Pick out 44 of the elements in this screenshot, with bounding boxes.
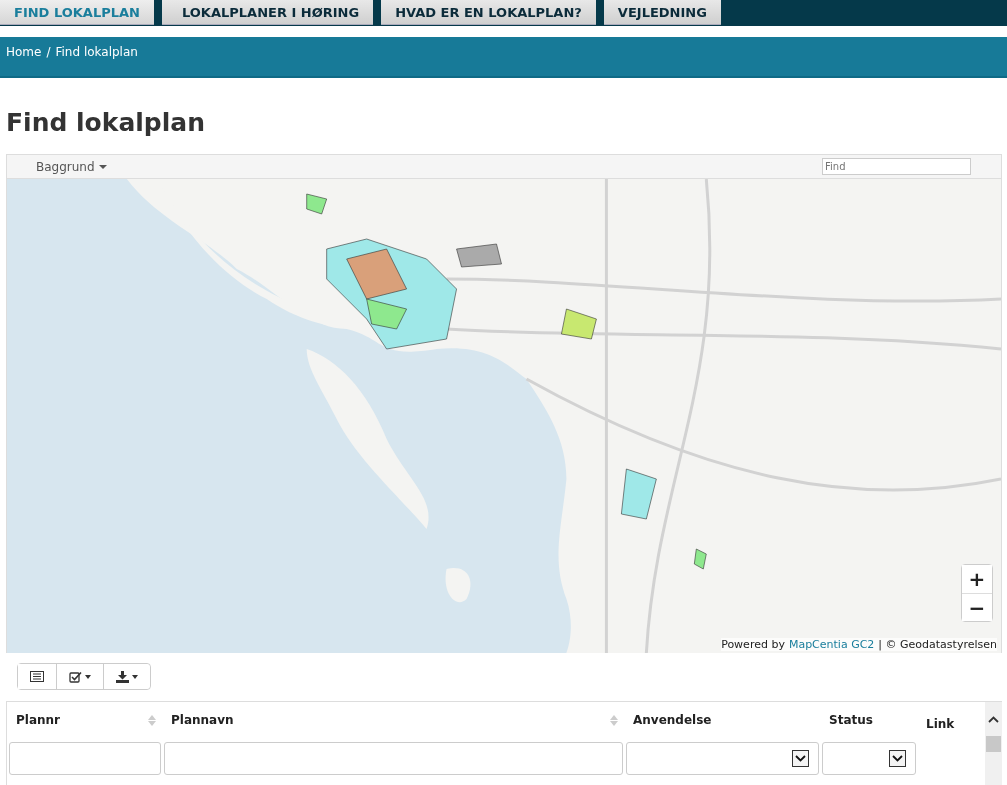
checkbox-icon (69, 670, 82, 683)
table-view-button[interactable] (18, 664, 57, 689)
page-title: Find lokalplan (6, 108, 206, 139)
column-header: Anvendelse (632, 712, 713, 729)
plan-area[interactable] (456, 243, 502, 268)
plan-area[interactable] (366, 298, 407, 330)
column-header[interactable]: Plannr (9, 702, 161, 738)
zoom-out-button[interactable]: − (962, 593, 992, 621)
plan-area[interactable] (621, 468, 657, 520)
attribution-text: Powered by (721, 638, 785, 651)
plan-area[interactable] (561, 308, 597, 340)
dropdown-icon (889, 750, 906, 767)
attribution-link[interactable]: MapCentia GC2 (788, 638, 875, 651)
filter-field[interactable] (9, 742, 161, 775)
nav-tab[interactable]: HVAD ER EN LOKALPLAN? (381, 0, 596, 25)
background-menu[interactable]: Baggrund (36, 159, 107, 174)
plan-area[interactable] (694, 548, 707, 570)
column-header: Link (925, 716, 956, 733)
column-header: Status (828, 712, 874, 729)
caret-icon (98, 164, 107, 169)
scrollbar-thumb[interactable] (986, 736, 1001, 752)
column-header[interactable]: Plannavn (164, 702, 623, 738)
search-field[interactable]: Find (822, 158, 971, 175)
island (445, 568, 471, 603)
filter-field[interactable] (164, 742, 623, 775)
sort-icon (148, 714, 156, 726)
breadcrumb-current: Find lokalplan (55, 45, 138, 59)
breadcrumb-separator: / (46, 45, 51, 59)
scrollbar[interactable] (985, 702, 1002, 785)
plan-area[interactable] (306, 193, 327, 215)
list-icon (30, 671, 44, 682)
caret-icon (85, 674, 91, 679)
breadcrumb-link[interactable]: Home (6, 45, 42, 59)
nav-tab[interactable]: FIND LOKALPLAN (0, 0, 154, 25)
dropdown-icon (792, 750, 809, 767)
attribution-text: | © Geodatastyrelsen (878, 638, 997, 651)
download-icon (116, 670, 129, 683)
nav-tab[interactable]: LOKALPLANER I HØRING (161, 0, 374, 25)
caret-icon (132, 674, 138, 679)
nav-tab[interactable]: VEJLEDNING (603, 0, 721, 25)
scroll-up-icon (988, 716, 999, 723)
sort-icon (610, 714, 618, 726)
plan-area[interactable] (346, 248, 407, 300)
filter-dropdown[interactable] (822, 742, 916, 775)
